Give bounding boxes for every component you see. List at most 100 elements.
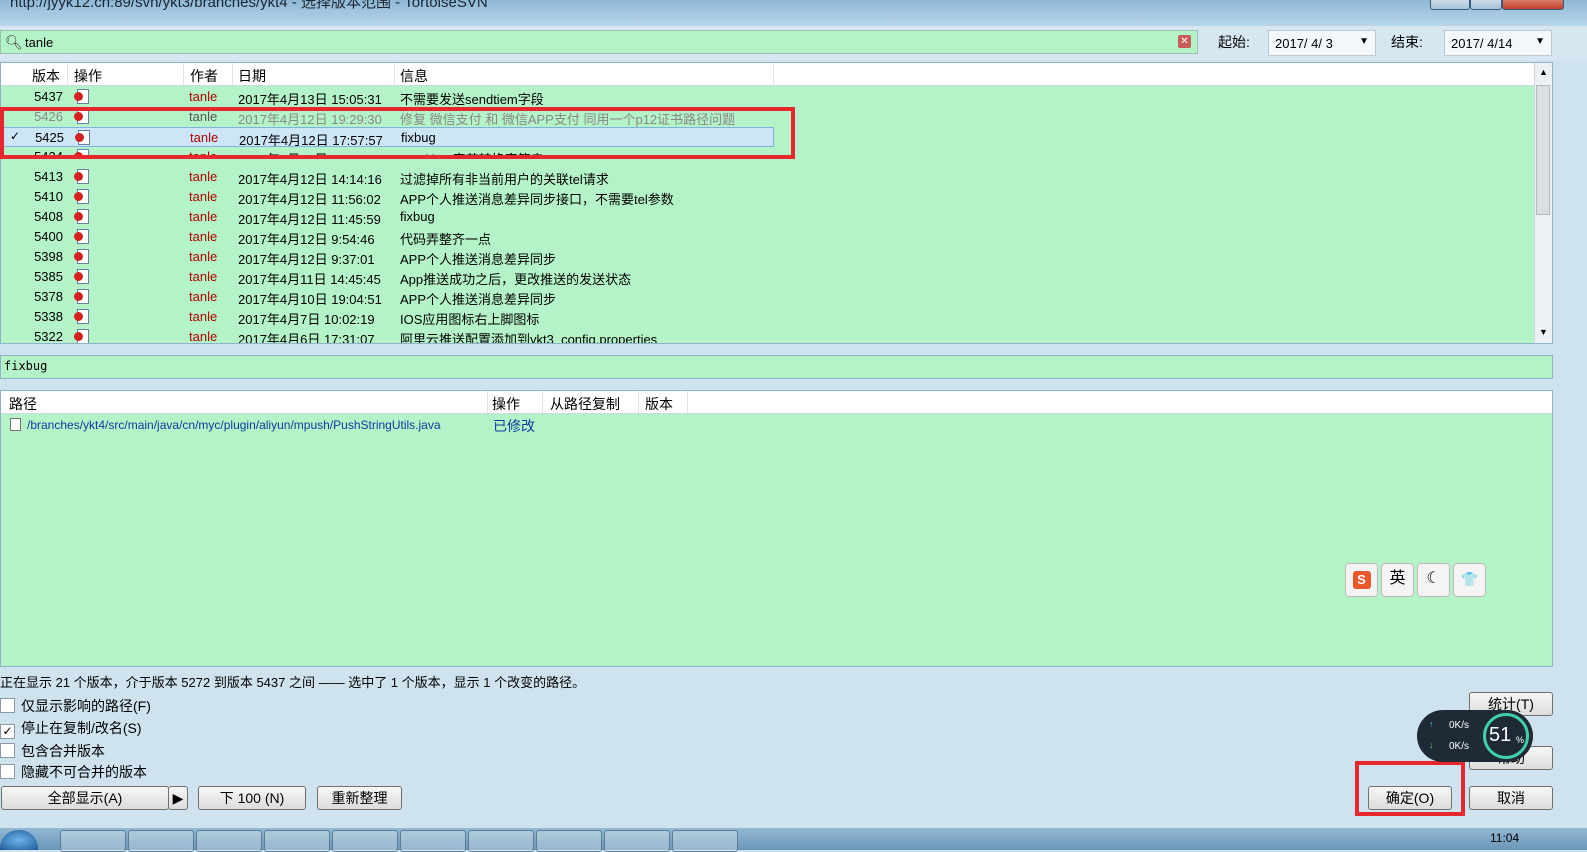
revision-row[interactable]: 5398 tanle 2017年4月12日 9:37:01 APP个人推送消息差… bbox=[1, 247, 1531, 267]
taskbar-item[interactable] bbox=[468, 830, 534, 852]
changed-paths-list[interactable]: 路径 操作 从路径复制 版本 /branches/ykt4/src/main/j… bbox=[0, 390, 1553, 667]
date: 2017年4月12日 14:14:16 bbox=[238, 172, 382, 187]
scroll-up-icon[interactable]: ▲ bbox=[1539, 67, 1548, 77]
ime-sogou-icon[interactable]: S bbox=[1345, 563, 1378, 597]
java-file-icon bbox=[10, 418, 21, 431]
taskbar-item[interactable] bbox=[60, 830, 126, 852]
date: 2017年4月7日 10:02:19 bbox=[238, 312, 375, 327]
start-date-picker[interactable]: 2017/ 4/ 3 ▼ bbox=[1268, 30, 1376, 56]
start-date-label: 起始: bbox=[1218, 34, 1250, 50]
network-monitor-widget[interactable]: ↑ 0K/s ↓ 0K/s 51 % bbox=[1417, 710, 1533, 762]
message: APP个人推送消息差异同步 bbox=[400, 292, 557, 307]
revision-row[interactable]: 5322 tanle 2017年4月6日 17:31:07 阿里云推送配置添加到… bbox=[1, 327, 1531, 344]
date: 2017年4月12日 9:37:01 bbox=[238, 252, 375, 267]
message: 过滤掉所有非当前用户的关联tel请求 bbox=[400, 172, 609, 187]
checkbox[interactable] bbox=[0, 698, 15, 713]
col-copyfrom[interactable]: 从路径复制 bbox=[550, 394, 620, 414]
end-date-label: 结束: bbox=[1391, 34, 1423, 50]
clear-search-icon[interactable]: ✕ bbox=[1178, 35, 1191, 48]
taskbar-item[interactable] bbox=[536, 830, 602, 852]
maximize-button[interactable] bbox=[1470, 0, 1502, 10]
revision-number: 5398 bbox=[34, 249, 63, 264]
ime-skin-icon[interactable]: 👕 bbox=[1453, 563, 1486, 597]
message: App推送成功之后，更改推送的发送状态 bbox=[400, 272, 632, 287]
checkbox[interactable] bbox=[0, 743, 15, 758]
ime-language-toggle[interactable]: 英 bbox=[1381, 563, 1414, 597]
author: tanle bbox=[189, 89, 218, 104]
next-100-button[interactable]: 下 100 (N) bbox=[198, 786, 306, 810]
log-message-box[interactable]: fixbug bbox=[0, 355, 1553, 379]
col-path-action[interactable]: 操作 bbox=[492, 394, 520, 414]
taskbar-item[interactable] bbox=[128, 830, 194, 852]
revision-row[interactable]: 5338 tanle 2017年4月7日 10:02:19 IOS应用图标右上脚… bbox=[1, 307, 1531, 327]
option-include-merged[interactable]: 包含合并版本 bbox=[0, 741, 105, 761]
revision-number: 5400 bbox=[34, 229, 63, 244]
option-stop-on-copy[interactable]: ✓ 停止在复制/改名(S) bbox=[0, 718, 142, 739]
option-hide-unmergeable[interactable]: 隐藏不可合并的版本 bbox=[0, 762, 147, 782]
revision-list[interactable]: 版本 操作 作者 日期 信息 5437 tanle 2017年4月13日 15:… bbox=[0, 62, 1553, 344]
show-all-dropdown-button[interactable]: ▶ bbox=[168, 786, 188, 810]
taskbar: 11:04 bbox=[0, 828, 1587, 852]
revision-row[interactable]: 5410 tanle 2017年4月12日 11:56:02 APP个人推送消息… bbox=[1, 187, 1531, 207]
revision-row[interactable]: 5400 tanle 2017年4月12日 9:54:46 代码弄整齐一点 bbox=[1, 227, 1531, 247]
revision-number: 5385 bbox=[34, 269, 63, 284]
revision-number: 5378 bbox=[34, 289, 63, 304]
revision-row[interactable]: 5378 tanle 2017年4月10日 19:04:51 APP个人推送消息… bbox=[1, 287, 1531, 307]
revision-row[interactable]: 5385 tanle 2017年4月11日 14:45:45 App推送成功之后… bbox=[1, 267, 1531, 287]
date: 2017年4月6日 17:31:07 bbox=[238, 332, 375, 344]
message: 代码弄整齐一点 bbox=[400, 232, 492, 247]
revision-number: 5437 bbox=[34, 89, 63, 104]
revision-number: 5410 bbox=[34, 189, 63, 204]
modified-icon bbox=[74, 268, 89, 284]
taskbar-item[interactable] bbox=[604, 830, 670, 852]
filter-bar: 🔍︎ tanle ✕ 起始: 2017/ 4/ 3 ▼ 结束: 2017/ 4/… bbox=[0, 26, 1587, 60]
end-date-picker[interactable]: 2017/ 4/14 ▼ bbox=[1444, 30, 1552, 56]
revision-list-header: 版本 操作 作者 日期 信息 bbox=[1, 63, 1552, 86]
col-path[interactable]: 路径 bbox=[9, 394, 37, 414]
author: tanle bbox=[189, 249, 218, 264]
scroll-thumb[interactable] bbox=[1536, 85, 1550, 215]
revision-number: 5322 bbox=[34, 329, 63, 344]
revision-row[interactable]: 5408 tanle 2017年4月12日 11:45:59 fixbug bbox=[1, 207, 1531, 227]
usage-percent: 51 bbox=[1489, 724, 1512, 746]
taskbar-item[interactable] bbox=[400, 830, 466, 852]
ime-moon-icon[interactable]: ☾ bbox=[1417, 563, 1450, 597]
col-action[interactable]: 操作 bbox=[74, 66, 102, 86]
usage-percent-sign: % bbox=[1516, 735, 1525, 745]
window-titlebar: http://jyyk12.cn:89/svn/ykt3/branches/yk… bbox=[0, 0, 1587, 26]
col-author[interactable]: 作者 bbox=[190, 66, 218, 86]
search-input[interactable]: 🔍︎ tanle ✕ bbox=[0, 30, 1198, 54]
checkbox[interactable] bbox=[0, 764, 15, 779]
changed-path-row[interactable]: /branches/ykt4/src/main/java/cn/myc/plug… bbox=[1, 415, 1552, 435]
revision-row[interactable]: 5437 tanle 2017年4月13日 15:05:31 不需要发送send… bbox=[1, 87, 1531, 107]
taskbar-item[interactable] bbox=[672, 830, 738, 852]
taskbar-item[interactable] bbox=[196, 830, 262, 852]
taskbar-item[interactable] bbox=[264, 830, 330, 852]
cancel-button[interactable]: 取消 bbox=[1469, 786, 1553, 810]
revision-list-scrollbar[interactable]: ▲ ▼ bbox=[1534, 63, 1552, 343]
message: APP个人推送消息差异同步 bbox=[400, 252, 557, 267]
minimize-button[interactable] bbox=[1430, 0, 1470, 10]
col-message[interactable]: 信息 bbox=[400, 66, 428, 86]
col-date[interactable]: 日期 bbox=[238, 66, 266, 86]
close-button[interactable] bbox=[1502, 0, 1564, 10]
col-path-revision[interactable]: 版本 bbox=[645, 394, 673, 414]
col-revision[interactable]: 版本 bbox=[32, 66, 60, 86]
message: fixbug bbox=[400, 209, 435, 224]
taskbar-item[interactable] bbox=[332, 830, 398, 852]
author: tanle bbox=[189, 289, 218, 304]
revision-row[interactable]: 5413 tanle 2017年4月12日 14:14:16 过滤掉所有非当前用… bbox=[1, 167, 1531, 187]
author: tanle bbox=[189, 229, 218, 244]
scroll-down-icon[interactable]: ▼ bbox=[1539, 327, 1548, 337]
author: tanle bbox=[189, 309, 218, 324]
show-all-button[interactable]: 全部显示(A) bbox=[1, 786, 169, 810]
date: 2017年4月10日 19:04:51 bbox=[238, 292, 382, 307]
author: tanle bbox=[189, 189, 218, 204]
revision-number: 5408 bbox=[34, 209, 63, 224]
option-affected-paths[interactable]: 仅显示影响的路径(F) bbox=[0, 696, 151, 716]
start-button[interactable] bbox=[0, 830, 38, 850]
modified-icon bbox=[74, 208, 89, 224]
window-title: http://jyyk12.cn:89/svn/ykt3/branches/yk… bbox=[10, 0, 488, 11]
refresh-button[interactable]: 重新整理 bbox=[317, 786, 402, 810]
checkbox-checked[interactable]: ✓ bbox=[0, 724, 15, 739]
